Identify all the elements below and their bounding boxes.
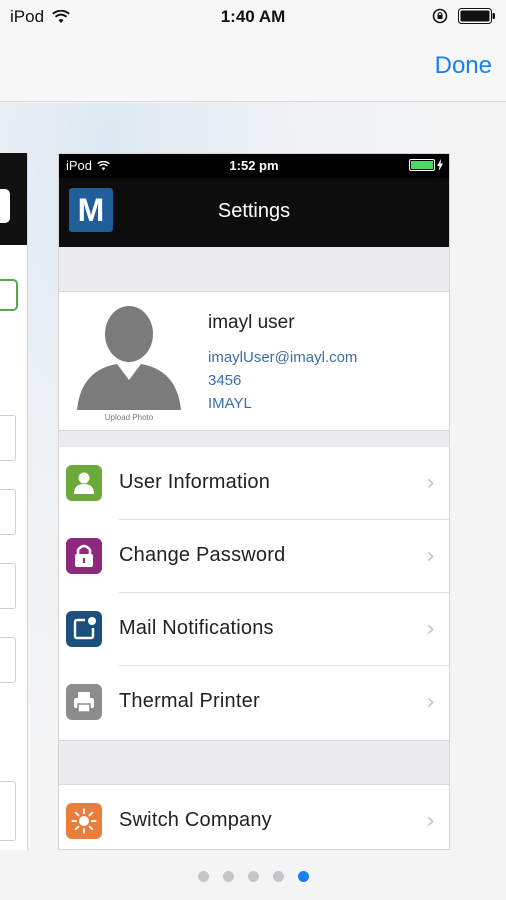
page-dot[interactable] xyxy=(272,871,284,882)
lock-icon xyxy=(66,538,102,574)
notification-icon xyxy=(66,611,102,647)
previous-screenshot-field xyxy=(0,637,16,683)
profile-company: IMAYL xyxy=(208,395,252,412)
status-right xyxy=(432,8,496,24)
page-dot[interactable] xyxy=(197,871,209,882)
orientation-lock-icon xyxy=(432,8,448,24)
previous-screenshot-field xyxy=(0,415,16,461)
menu-item-label: Switch Company xyxy=(119,809,272,831)
sun-icon xyxy=(66,803,102,839)
page-dot[interactable] xyxy=(222,871,234,882)
settings-title: Settings xyxy=(217,200,291,222)
previous-screenshot-field xyxy=(0,489,16,535)
previous-screenshot-field xyxy=(0,781,16,841)
menu-item-label: Change Password xyxy=(119,544,286,566)
menu-item-user-information[interactable]: User Information › xyxy=(59,447,449,520)
profile-id: 3456 xyxy=(208,372,242,389)
avatar-placeholder-icon[interactable] xyxy=(75,302,183,410)
profile-card: Upload Photo imayl user imaylUser@imayl.… xyxy=(59,292,449,431)
status-time: 1:40 AM xyxy=(220,7,286,26)
previous-screenshot-field xyxy=(0,563,16,609)
user-icon xyxy=(66,465,102,501)
menu-item-label: Thermal Printer xyxy=(119,690,260,712)
battery-icon xyxy=(409,159,435,171)
printer-icon xyxy=(66,684,102,720)
page-indicator[interactable] xyxy=(0,871,506,882)
settings-header: M Settings xyxy=(59,178,449,247)
chevron-right-icon: › xyxy=(426,471,435,496)
settings-menu: User Information › Change Password › Mai… xyxy=(59,447,449,739)
done-button[interactable]: Done xyxy=(435,52,492,80)
chevron-right-icon: › xyxy=(426,809,435,834)
section-spacer xyxy=(59,247,449,292)
section-spacer xyxy=(59,431,449,447)
page-dot[interactable] xyxy=(247,871,259,882)
screenshot-status-right xyxy=(409,159,443,171)
screenshot-status-bar: iPod 1:52 pm xyxy=(59,154,449,178)
previous-screenshot-tab xyxy=(0,189,10,223)
screenshot-time: 1:52 pm xyxy=(229,158,279,173)
menu-item-label: User Information xyxy=(119,471,271,493)
previous-screenshot-header xyxy=(0,153,27,245)
charging-icon xyxy=(437,159,443,171)
current-screenshot[interactable]: iPod 1:52 pm M Settings Upload Photo ima… xyxy=(58,153,450,850)
chevron-right-icon: › xyxy=(426,690,435,715)
upload-photo-label[interactable]: Upload Photo xyxy=(75,413,183,422)
profile-email: imaylUser@imayl.com xyxy=(208,349,358,366)
battery-icon xyxy=(458,8,495,24)
page-dot[interactable] xyxy=(297,871,309,882)
chevron-right-icon: › xyxy=(426,617,435,642)
previous-screenshot[interactable] xyxy=(0,153,28,850)
navigation-bar: Done xyxy=(0,34,506,102)
menu-item-label: Mail Notifications xyxy=(119,617,274,639)
status-bar: iPod 1:40 AM xyxy=(0,0,506,34)
menu-item-thermal-printer[interactable]: Thermal Printer › xyxy=(59,666,449,739)
chevron-right-icon: › xyxy=(426,544,435,569)
menu-item-switch-company[interactable]: Switch Company › xyxy=(59,785,449,849)
settings-menu-secondary: Switch Company › xyxy=(59,785,449,849)
menu-item-change-password[interactable]: Change Password › xyxy=(59,520,449,593)
previous-screenshot-green-field xyxy=(0,279,18,311)
menu-item-mail-notifications[interactable]: Mail Notifications › xyxy=(59,593,449,666)
profile-name: imayl user xyxy=(208,312,295,333)
section-spacer xyxy=(59,740,449,785)
